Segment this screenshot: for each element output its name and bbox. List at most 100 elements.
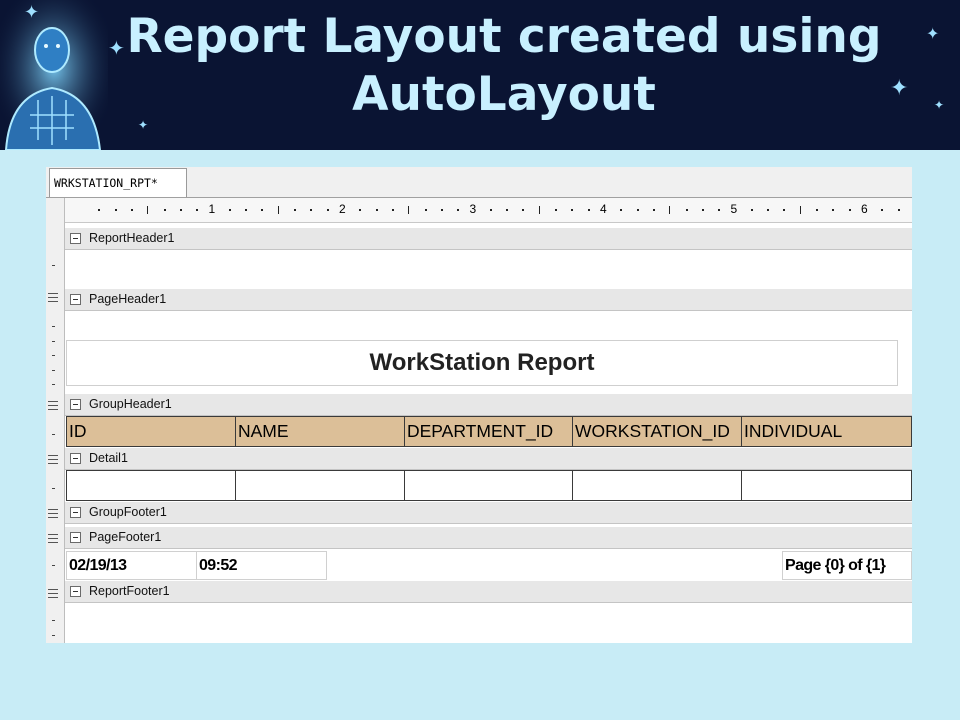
band-label: Detail1	[89, 451, 128, 465]
ruler-tick	[718, 209, 721, 211]
column-header-department-id[interactable]: DEPARTMENT_ID	[404, 416, 573, 447]
ruler-tick	[881, 209, 884, 211]
band-handle-icon[interactable]	[48, 509, 58, 518]
detail-field-department-id[interactable]	[404, 470, 573, 501]
ruler-tick	[538, 206, 540, 214]
ruler-tick	[326, 209, 329, 211]
column-header-individual[interactable]: INDIVIDUAL	[741, 416, 912, 447]
ruler-number: 3	[469, 202, 477, 216]
band-handle-icon[interactable]	[48, 534, 58, 543]
ruler-number: 2	[339, 202, 346, 216]
detail-field-id[interactable]	[66, 470, 236, 501]
ruler-tick	[848, 209, 851, 211]
ruler-tick	[489, 209, 492, 211]
band-group-footer[interactable]: GroupFooter1	[65, 502, 912, 524]
band-report-footer[interactable]: ReportFooter1	[65, 581, 912, 603]
footer-date-field[interactable]: 02/19/13	[66, 551, 197, 580]
ruler-number: 4	[600, 202, 607, 216]
ruler-tick	[750, 209, 753, 211]
band-handle-icon[interactable]	[48, 455, 58, 464]
footer-time-field[interactable]: 09:52	[196, 551, 327, 580]
ruler-tick	[228, 209, 231, 211]
band-group-header[interactable]: GroupHeader1	[65, 394, 912, 416]
tab-wrkstation-rpt[interactable]: WRKSTATION_RPT*	[49, 168, 187, 197]
ruler-tick	[391, 209, 394, 211]
detail-row	[66, 470, 912, 501]
band-gutter	[46, 198, 65, 643]
ruler-tick	[897, 209, 900, 211]
slide-title: Report Layout created using AutoLayout	[108, 8, 900, 124]
collapse-icon[interactable]	[70, 399, 81, 410]
ruler-tick	[261, 209, 264, 211]
robot-figure-icon	[0, 0, 108, 150]
ruler-tick	[816, 209, 819, 211]
collapse-icon[interactable]	[70, 586, 81, 597]
column-header-name[interactable]: NAME	[235, 416, 405, 447]
title-banner: ✦ ✦ ✦ ✦ ✦ ✦ Report Layout created using …	[0, 0, 960, 150]
slide-title-line1: Report Layout created using	[126, 9, 882, 64]
ruler-tick	[636, 209, 639, 211]
detail-field-name[interactable]	[235, 470, 405, 501]
ruler-tick	[310, 209, 313, 211]
detail-field-workstation-id[interactable]	[572, 470, 742, 501]
footer-page-number-field[interactable]: Page {0} of {1}	[782, 551, 912, 580]
horizontal-ruler: 1 2 3 4 5 6	[65, 198, 912, 223]
band-label: ReportFooter1	[89, 584, 170, 598]
ruler-tick	[587, 209, 590, 211]
ruler-tick	[620, 209, 623, 211]
band-report-header[interactable]: ReportHeader1	[65, 228, 912, 250]
ruler-tick	[457, 209, 460, 211]
ruler-tick	[147, 206, 149, 214]
ruler-tick	[98, 209, 101, 211]
band-label: PageHeader1	[89, 292, 167, 306]
ruler-number: 6	[861, 202, 868, 216]
ruler-tick	[163, 209, 166, 211]
ruler-tick	[701, 209, 704, 211]
collapse-icon[interactable]	[70, 453, 81, 464]
collapse-icon[interactable]	[70, 294, 81, 305]
ruler-tick	[440, 209, 443, 211]
band-handle-icon[interactable]	[48, 589, 58, 598]
report-title-field[interactable]: WorkStation Report	[66, 340, 898, 386]
ruler-number: 1	[208, 202, 216, 216]
ruler-tick	[506, 209, 509, 211]
ruler-tick	[196, 209, 199, 211]
ruler-number: 5	[730, 202, 738, 216]
ruler-tick	[652, 209, 655, 211]
slide-title-line2: AutoLayout	[352, 67, 656, 122]
ruler-tick	[571, 209, 574, 211]
band-label: GroupHeader1	[89, 397, 172, 411]
ruler-tick	[555, 209, 558, 211]
band-handle-icon[interactable]	[48, 401, 58, 410]
ruler-tick	[114, 209, 117, 211]
band-detail[interactable]: Detail1	[65, 448, 912, 470]
ruler-tick	[408, 206, 410, 214]
ruler-tick	[375, 209, 378, 211]
ruler-tick	[179, 209, 182, 211]
column-header-workstation-id[interactable]: WORKSTATION_ID	[572, 416, 742, 447]
collapse-icon[interactable]	[70, 532, 81, 543]
ruler-tick	[669, 206, 671, 214]
ruler-tick	[799, 206, 801, 214]
ruler-tick	[424, 209, 427, 211]
column-header-id[interactable]: ID	[66, 416, 236, 447]
band-page-footer[interactable]: PageFooter1	[65, 527, 912, 549]
collapse-icon[interactable]	[70, 507, 81, 518]
collapse-icon[interactable]	[70, 233, 81, 244]
band-label: ReportHeader1	[89, 231, 175, 245]
detail-field-individual[interactable]	[741, 470, 912, 501]
band-page-header[interactable]: PageHeader1	[65, 289, 912, 311]
sparkle-icon: ✦	[926, 24, 940, 43]
ruler-tick	[685, 209, 688, 211]
band-label: GroupFooter1	[89, 505, 167, 519]
ruler-tick	[294, 209, 297, 211]
ruler-tick	[783, 209, 786, 211]
ruler-tick	[767, 209, 770, 211]
ruler-tick	[277, 206, 279, 214]
band-handle-icon[interactable]	[48, 293, 58, 302]
document-tab-strip: WRKSTATION_RPT*	[46, 167, 912, 198]
ruler-tick	[359, 209, 362, 211]
ruler-tick	[245, 209, 248, 211]
ruler-tick	[130, 209, 133, 211]
band-label: PageFooter1	[89, 530, 162, 544]
